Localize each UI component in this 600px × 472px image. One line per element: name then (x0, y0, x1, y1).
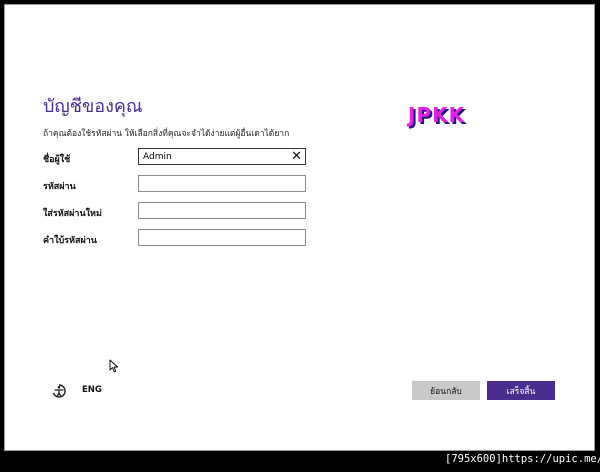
password-input[interactable] (139, 176, 293, 191)
confirm-password-label: ใส่รหัสผ่านใหม่ (43, 209, 102, 219)
confirm-password-input[interactable] (139, 203, 293, 218)
password-hint-field[interactable] (138, 229, 306, 246)
image-host-tag: [795x600]https://upic.me/ (445, 453, 600, 465)
password-hint-label: คำใบ้รหัสผ่าน (43, 236, 97, 246)
mouse-pointer-icon (109, 359, 119, 373)
finish-button[interactable]: เสร็จสิ้น (487, 381, 555, 400)
ease-of-access-icon[interactable] (51, 383, 67, 399)
username-label: ชื่อผู้ใช้ (43, 155, 71, 165)
jpkk-watermark: JPKK (408, 103, 466, 127)
back-button[interactable]: ย้อนกลับ (412, 381, 480, 400)
username-input[interactable] (139, 149, 293, 164)
setup-window: บัญชีของคุณ ถ้าคุณต้องใช้รหัสผ่าน ให้เลื… (4, 4, 595, 451)
close-icon[interactable]: ✕ (291, 149, 302, 164)
username-field[interactable]: ✕ (138, 148, 306, 165)
page-subtitle: ถ้าคุณต้องใช้รหัสผ่าน ให้เลือกสิ่งที่คุณ… (43, 129, 290, 139)
password-hint-input[interactable] (139, 230, 293, 245)
page-title: บัญชีของคุณ (43, 96, 143, 117)
password-field[interactable] (138, 175, 306, 192)
language-indicator[interactable]: ENG (82, 385, 102, 395)
password-label: รหัสผ่าน (43, 182, 76, 192)
confirm-password-field[interactable] (138, 202, 306, 219)
